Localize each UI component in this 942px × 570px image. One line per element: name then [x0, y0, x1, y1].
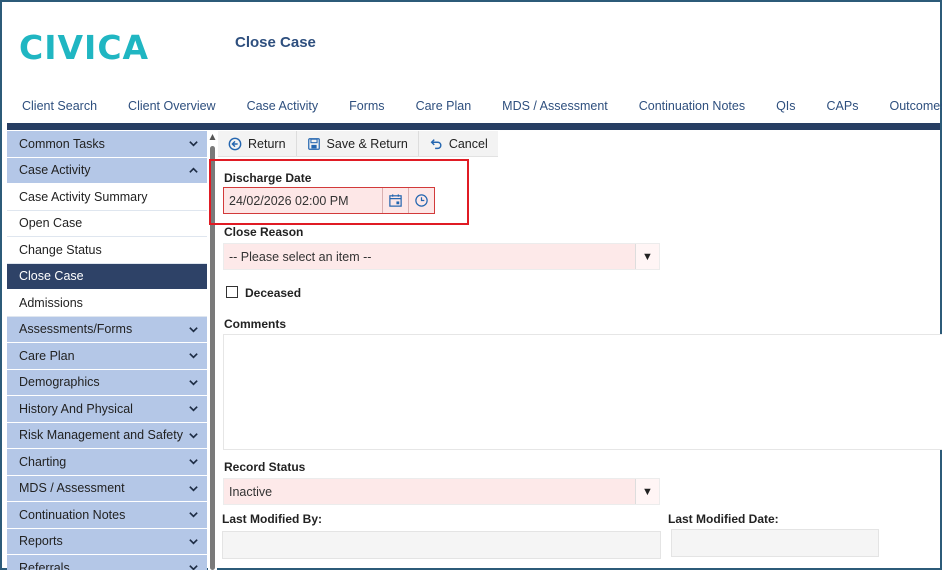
tab-outcomes[interactable]: Outcomes	[889, 99, 942, 113]
discharge-date-highlight	[209, 159, 469, 225]
sidebar: Common Tasks Case Activity Case Activity S…	[7, 131, 207, 570]
sidebar-item-mds-assessment[interactable]: MDS / Assessment	[7, 475, 207, 502]
deceased-label: Deceased	[245, 286, 302, 300]
toolbar: Return Save & Return Cancel	[218, 131, 498, 157]
sidebar-item-label: Case Activity	[19, 163, 91, 178]
sidebar-item-common-tasks[interactable]: Common Tasks	[7, 131, 207, 158]
comments-label: Comments	[224, 317, 287, 331]
nav-bar	[7, 123, 940, 130]
sidebar-item-continuation-notes[interactable]: Continuation Notes	[7, 502, 207, 529]
return-icon	[228, 137, 242, 150]
close-reason-select[interactable]: -- Please select an item -- ▼	[223, 243, 660, 270]
undo-icon	[430, 138, 442, 149]
main-nav: Client Search Client Overview Case Activ…	[22, 99, 942, 113]
sidebar-item-risk-management-and-safety[interactable]: Risk Management and Safety	[7, 422, 207, 449]
sidebar-item-change-status[interactable]: Change Status	[7, 237, 207, 264]
close-reason-label: Close Reason	[224, 225, 304, 239]
sidebar-item-admissions[interactable]: Admissions	[7, 290, 207, 317]
sidebar-item-open-case[interactable]: Open Case	[7, 210, 207, 237]
sidebar-item-label: Assessments/Forms	[19, 322, 133, 337]
chevron-up-icon[interactable]	[186, 163, 200, 177]
chevron-down-icon[interactable]	[186, 349, 200, 363]
page-title: Close Case	[235, 34, 316, 51]
tab-forms[interactable]: Forms	[349, 99, 384, 113]
chevron-down-icon[interactable]	[186, 561, 200, 570]
civica-logo: CIVICA	[19, 28, 150, 67]
sidebar-item-label: Open Case	[19, 216, 83, 231]
sidebar-item-label: History And Physical	[19, 401, 133, 416]
chevron-down-icon[interactable]	[186, 137, 200, 151]
sidebar-item-referrals[interactable]: Referrals	[7, 555, 207, 570]
sidebar-item-label: Admissions	[19, 295, 83, 310]
sidebar-item-label: Change Status	[19, 242, 102, 257]
sidebar-item-label: Charting	[19, 454, 67, 469]
sidebar-item-reports[interactable]: Reports	[7, 528, 207, 555]
dropdown-arrow-icon[interactable]: ▼	[635, 479, 659, 504]
last-modified-by-field	[222, 531, 661, 559]
cancel-label: Cancel	[448, 136, 488, 151]
tab-qis[interactable]: QIs	[776, 99, 795, 113]
tab-caps[interactable]: CAPs	[827, 99, 859, 113]
record-status-value: Inactive	[229, 484, 273, 499]
return-button[interactable]: Return	[218, 131, 297, 156]
chevron-down-icon[interactable]	[186, 534, 200, 548]
tab-client-overview[interactable]: Client Overview	[128, 99, 216, 113]
last-modified-by-label: Last Modified By:	[222, 512, 323, 526]
comments-textarea[interactable]	[223, 334, 942, 450]
chevron-down-icon[interactable]	[186, 455, 200, 469]
save-return-button[interactable]: Save & Return	[297, 131, 419, 156]
chevron-down-icon[interactable]	[186, 322, 200, 336]
sidebar-item-label: Reports	[19, 534, 63, 549]
chevron-down-icon[interactable]	[186, 508, 200, 522]
sidebar-item-history-and-physical[interactable]: History And Physical	[7, 396, 207, 423]
sidebar-item-label: Case Activity Summary	[19, 189, 148, 204]
sidebar-item-label: Risk Management and Safety	[19, 428, 183, 443]
tab-case-activity[interactable]: Case Activity	[247, 99, 319, 113]
last-modified-date-label: Last Modified Date:	[668, 512, 779, 526]
tab-mds-assessment[interactable]: MDS / Assessment	[502, 99, 608, 113]
last-modified-date-field	[671, 529, 879, 557]
sidebar-item-label: Common Tasks	[19, 136, 105, 151]
deceased-checkbox[interactable]	[226, 286, 238, 298]
save-return-label: Save & Return	[326, 136, 408, 151]
sidebar-item-close-case[interactable]: Close Case	[7, 263, 207, 290]
sidebar-item-label: Continuation Notes	[19, 507, 126, 522]
save-icon	[307, 137, 320, 150]
record-status-select[interactable]: Inactive ▼	[223, 478, 660, 505]
chevron-down-icon[interactable]	[186, 402, 200, 416]
sidebar-item-demographics[interactable]: Demographics	[7, 369, 207, 396]
return-label: Return	[248, 136, 286, 151]
tab-continuation-notes[interactable]: Continuation Notes	[639, 99, 745, 113]
close-reason-value: -- Please select an item --	[229, 249, 372, 264]
scroll-up-arrow-icon[interactable]	[209, 133, 216, 141]
sidebar-item-label: Close Case	[19, 269, 84, 284]
sidebar-item-label: Care Plan	[19, 348, 75, 363]
record-status-label: Record Status	[224, 460, 306, 474]
chevron-down-icon[interactable]	[186, 428, 200, 442]
tab-client-search[interactable]: Client Search	[22, 99, 97, 113]
sidebar-item-case-activity[interactable]: Case Activity	[7, 157, 207, 184]
chevron-down-icon[interactable]	[186, 375, 200, 389]
sidebar-item-charting[interactable]: Charting	[7, 449, 207, 476]
tab-care-plan[interactable]: Care Plan	[416, 99, 472, 113]
sidebar-item-assessments-forms[interactable]: Assessments/Forms	[7, 316, 207, 343]
dropdown-arrow-icon[interactable]: ▼	[635, 244, 659, 269]
sidebar-item-label: Demographics	[19, 375, 100, 390]
chevron-down-icon[interactable]	[186, 481, 200, 495]
sidebar-item-case-activity-summary[interactable]: Case Activity Summary	[7, 184, 207, 211]
sidebar-item-label: Referrals	[19, 560, 70, 570]
sidebar-item-care-plan[interactable]: Care Plan	[7, 343, 207, 370]
sidebar-item-label: MDS / Assessment	[19, 481, 125, 496]
cancel-button[interactable]: Cancel	[419, 131, 498, 156]
